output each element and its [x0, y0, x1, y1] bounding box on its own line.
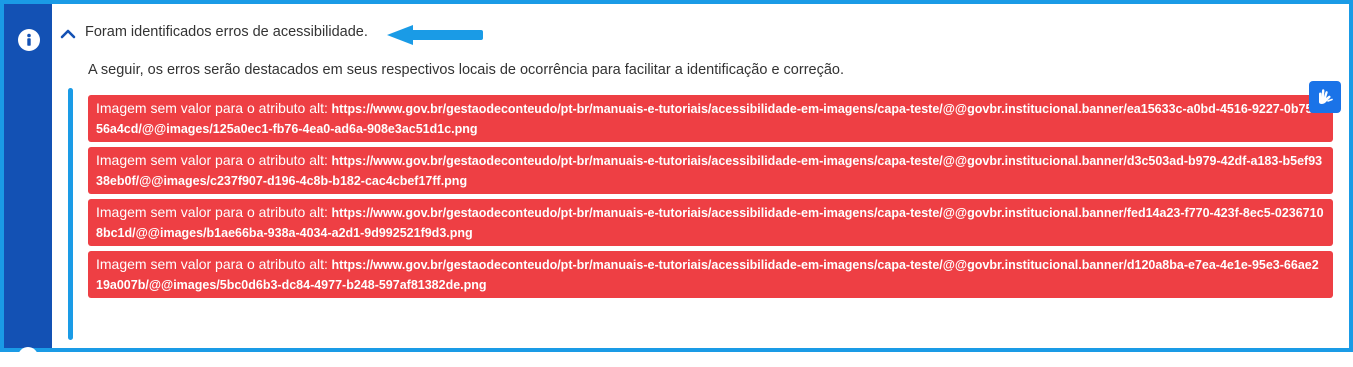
- error-label: Imagem sem valor para o atributo alt:: [96, 100, 328, 116]
- error-label: Imagem sem valor para o atributo alt:: [96, 204, 328, 220]
- next-item-icon: [18, 347, 38, 367]
- error-label: Imagem sem valor para o atributo alt:: [96, 256, 328, 272]
- error-list: Imagem sem valor para o atributo alt: ht…: [88, 95, 1333, 303]
- errors-scrollbar[interactable]: [68, 88, 73, 340]
- error-label: Imagem sem valor para o atributo alt:: [96, 152, 328, 168]
- panel-title: Foram identificados erros de acessibilid…: [85, 24, 368, 40]
- panel-description: A seguir, os erros serão destacados em s…: [88, 62, 844, 78]
- error-item: Imagem sem valor para o atributo alt: ht…: [88, 147, 1333, 194]
- error-item: Imagem sem valor para o atributo alt: ht…: [88, 95, 1333, 142]
- info-side-strip: [4, 4, 52, 367]
- info-icon: [18, 29, 40, 51]
- chevron-up-icon[interactable]: [60, 26, 76, 42]
- sign-language-hands-icon[interactable]: [1309, 81, 1341, 113]
- error-item: Imagem sem valor para o atributo alt: ht…: [88, 251, 1333, 298]
- error-item: Imagem sem valor para o atributo alt: ht…: [88, 199, 1333, 246]
- annotation-arrow-icon: [385, 24, 485, 51]
